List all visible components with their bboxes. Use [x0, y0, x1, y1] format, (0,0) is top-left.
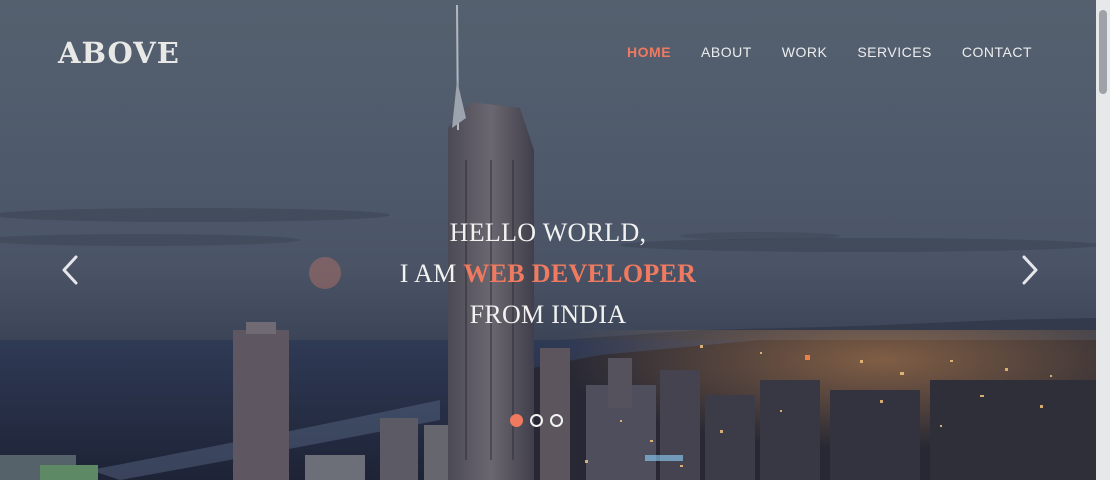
- page-scrollbar[interactable]: [1096, 0, 1110, 480]
- nav-item-home[interactable]: HOME: [627, 44, 671, 60]
- carousel-dot-2[interactable]: [530, 414, 543, 427]
- scrollbar-thumb[interactable]: [1099, 10, 1107, 94]
- carousel-prev-button[interactable]: [56, 252, 86, 288]
- chevron-right-icon: [1022, 255, 1038, 285]
- carousel-dot-1[interactable]: [510, 414, 523, 427]
- carousel-dot-3[interactable]: [550, 414, 563, 427]
- hero-line-3: FROM INDIA: [469, 300, 627, 329]
- browser-viewport: ABOVE HOME ABOUT WORK SERVICES CONTACT H…: [0, 0, 1110, 480]
- nav-item-work[interactable]: WORK: [782, 44, 828, 60]
- nav-item-contact[interactable]: CONTACT: [962, 44, 1032, 60]
- hero-line-1: HELLO WORLD,: [449, 218, 647, 247]
- hero-highlight: WEB DEVELOPER: [463, 259, 697, 288]
- hero-text: HELLO WORLD, I AM WEB DEVELOPER FROM IND…: [0, 214, 1096, 337]
- nav-item-about[interactable]: ABOUT: [701, 44, 752, 60]
- main-nav: HOME ABOUT WORK SERVICES CONTACT: [627, 44, 1032, 60]
- chevron-left-icon: [62, 255, 78, 285]
- hero-carousel: ABOVE HOME ABOUT WORK SERVICES CONTACT H…: [0, 0, 1096, 480]
- hero-line-2: I AM WEB DEVELOPER: [0, 255, 1096, 296]
- brand-logo[interactable]: ABOVE: [58, 36, 180, 70]
- nav-item-services[interactable]: SERVICES: [857, 44, 932, 60]
- carousel-indicators: [510, 414, 563, 427]
- carousel-next-button[interactable]: [1014, 252, 1044, 288]
- hero-line-2-prefix: I AM: [399, 259, 464, 288]
